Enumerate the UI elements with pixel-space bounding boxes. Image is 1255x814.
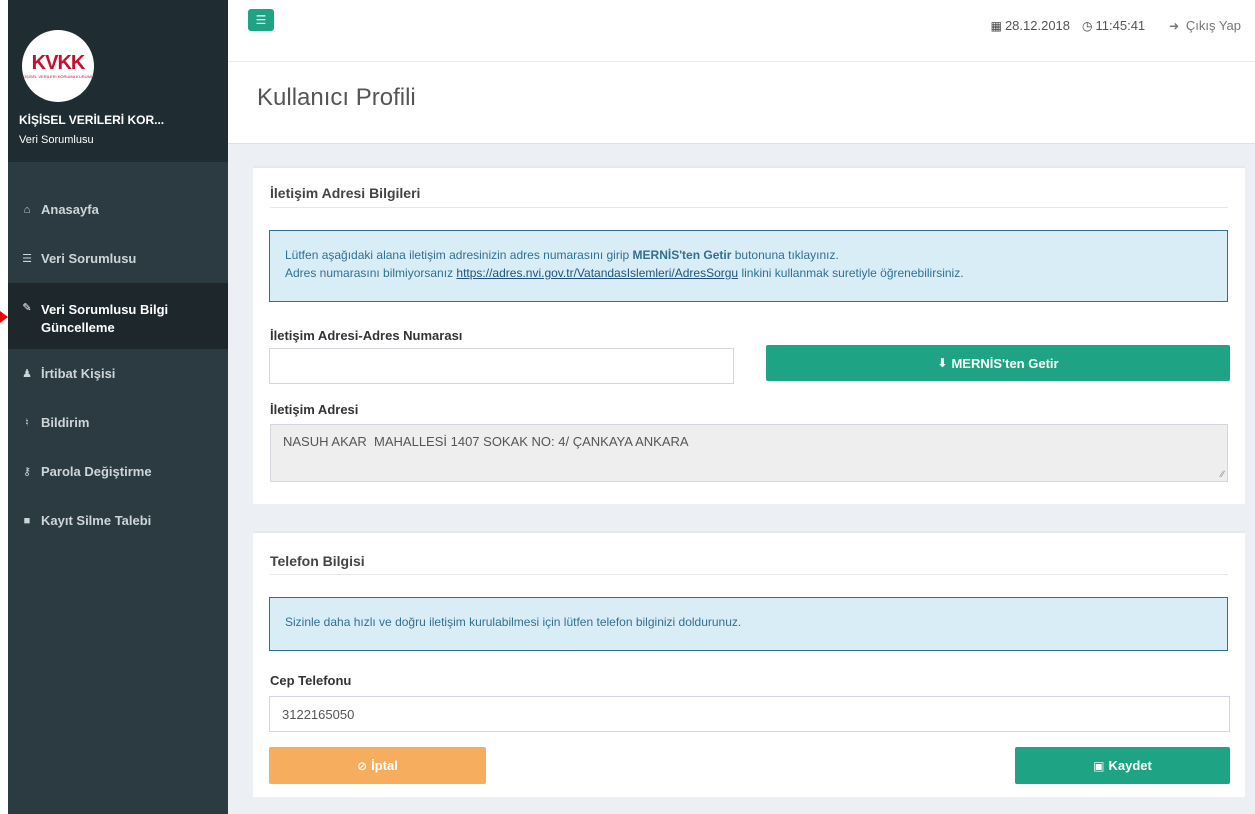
info-line-2: Adres numarasını bilmiyorsanız https://a…	[285, 264, 1227, 282]
floppy-disk-icon: ▣	[1093, 758, 1105, 773]
logout-link[interactable]: ➜ Çıkış Yap	[1169, 18, 1241, 33]
logout-label: Çıkış Yap	[1185, 18, 1241, 33]
sidebar-menu: ⌂ Anasayfa ☰ Veri Sorumlusu ✎ Veri Sorum…	[8, 185, 228, 545]
sidebar: KVKK KİŞİSEL VERİLERİ KORUMA KURUMU KİŞİ…	[8, 0, 228, 814]
sidebar-item-label: Kayıt Silme Talebi	[41, 513, 152, 528]
sidebar-item-bilgi-guncelleme[interactable]: ✎ Veri Sorumlusu Bilgi Güncelleme	[8, 283, 228, 349]
phone-box-title: Telefon Bilgisi	[270, 553, 365, 569]
info-text: Adres numarasını bilmiyorsanız	[285, 266, 457, 280]
menu-icon: ☰	[255, 13, 267, 27]
sidebar-item-label: Parola Değiştirme	[41, 464, 152, 479]
logo-subtext: KİŞİSEL VERİLERİ KORUMA KURUMU	[22, 74, 94, 79]
topbar: ☰ ▦ 28.12.2018 ◷ 11:45:41 ➜ Çıkış Yap	[228, 0, 1255, 62]
kvkk-logo: KVKK KİŞİSEL VERİLERİ KORUMA KURUMU	[22, 30, 94, 102]
sidebar-item-label: İrtibat Kişisi	[41, 366, 116, 381]
sidebar-item-bildirim[interactable]: ♮ Bildirim	[8, 398, 228, 447]
user-icon: ♟	[22, 368, 32, 380]
address-box-title: İletişim Adresi Bilgileri	[270, 185, 421, 201]
sidebar-item-irtibat-kisisi[interactable]: ♟ İrtibat Kişisi	[8, 349, 228, 398]
database-icon: ☰	[22, 253, 32, 265]
address-textarea[interactable]: NASUH AKAR MAHALLESİ 1407 SOKAK NO: 4/ Ç…	[270, 424, 1228, 482]
org-role: Veri Sorumlusu	[19, 134, 94, 146]
sidebar-item-label: Anasayfa	[41, 202, 99, 217]
home-icon: ⌂	[23, 203, 31, 216]
info-text: butonuna tıklayınız.	[731, 248, 839, 262]
mernis-getir-button[interactable]: ⬇ MERNİS'ten Getir	[766, 345, 1230, 381]
main-content: ☰ ▦ 28.12.2018 ◷ 11:45:41 ➜ Çıkış Yap Ku…	[228, 0, 1255, 814]
topbar-status: ▦ 28.12.2018 ◷ 11:45:41 ➜ Çıkış Yap	[991, 18, 1241, 33]
clock-icon: ◷	[1082, 18, 1093, 33]
trash-icon: ■	[23, 514, 31, 527]
box-divider	[270, 574, 1228, 575]
info-line-1: Lütfen aşağıdaki alana iletişim adresini…	[285, 246, 1227, 264]
logo-text: KVKK	[31, 52, 86, 74]
box-divider	[270, 207, 1228, 208]
sidebar-item-veri-sorumlusu[interactable]: ☰ Veri Sorumlusu	[8, 234, 228, 283]
cancel-button-label: İptal	[371, 758, 398, 773]
info-bold-text: MERNİS'ten Getir	[632, 248, 732, 262]
address-number-label: İletişim Adresi-Adres Numarası	[270, 328, 463, 343]
current-time: 11:45:41	[1095, 18, 1146, 33]
window-left-margin	[0, 0, 8, 814]
sign-out-icon: ➜	[1169, 19, 1180, 33]
red-arrow-pointer-icon	[0, 311, 8, 323]
sidebar-item-label: Bildirim	[41, 415, 90, 430]
phone-info-box: Telefon Bilgisi Sizinle daha hızlı ve do…	[253, 531, 1245, 797]
address-label: İletişim Adresi	[270, 402, 359, 417]
sidebar-item-label: Veri Sorumlusu Bilgi Güncelleme	[41, 302, 169, 335]
address-value: NASUH AKAR MAHALLESİ 1407 SOKAK NO: 4/ Ç…	[283, 434, 689, 449]
info-text: linkini kullanmak suretiyle öğrenebilirs…	[738, 266, 964, 280]
save-button[interactable]: ▣ Kaydet	[1015, 747, 1230, 784]
resize-handle-icon[interactable]: ∕∕	[1221, 469, 1224, 479]
edit-icon: ✎	[22, 302, 32, 314]
phone-label: Cep Telefonu	[270, 673, 352, 688]
info-text: Lütfen aşağıdaki alana iletişim adresini…	[285, 248, 633, 262]
sidebar-item-label: Veri Sorumlusu	[41, 251, 137, 266]
download-icon: ⬇	[937, 356, 948, 370]
phone-input[interactable]	[269, 696, 1230, 732]
phone-info-text: Sizinle daha hızlı ve doğru iletişim kur…	[285, 615, 742, 629]
current-date: 28.12.2018	[1004, 18, 1071, 33]
calendar-icon: ▦	[990, 18, 1002, 33]
sidebar-item-parola[interactable]: ⚷ Parola Değiştirme	[8, 447, 228, 496]
ban-icon: ⊘	[357, 758, 368, 773]
mernis-button-label: MERNİS'ten Getir	[951, 355, 1059, 371]
address-number-input[interactable]	[269, 348, 734, 384]
save-button-label: Kaydet	[1108, 758, 1152, 773]
page-header: Kullanıcı Profili	[228, 62, 1255, 144]
key-icon: ⚷	[22, 466, 32, 478]
page-title: Kullanıcı Profili	[257, 84, 416, 111]
address-info-box: İletişim Adresi Bilgileri Lütfen aşağıda…	[253, 166, 1245, 504]
org-name: KİŞİSEL VERİLERİ KOR...	[19, 113, 165, 127]
sidebar-item-anasayfa[interactable]: ⌂ Anasayfa	[8, 185, 228, 234]
phone-info-callout: Sizinle daha hızlı ve doğru iletişim kur…	[269, 597, 1228, 651]
cancel-button[interactable]: ⊘ İptal	[269, 747, 486, 784]
sidebar-item-kayit-silme[interactable]: ■ Kayıt Silme Talebi	[8, 496, 228, 545]
sidebar-profile: KVKK KİŞİSEL VERİLERİ KORUMA KURUMU KİŞİ…	[8, 0, 228, 162]
address-info-callout: Lütfen aşağıdaki alana iletişim adresini…	[269, 230, 1228, 302]
bullhorn-icon: ♮	[25, 417, 29, 429]
hamburger-menu-button[interactable]: ☰	[248, 9, 274, 31]
adres-sorgu-link[interactable]: https://adres.nvi.gov.tr/VatandasIslemle…	[456, 266, 738, 280]
